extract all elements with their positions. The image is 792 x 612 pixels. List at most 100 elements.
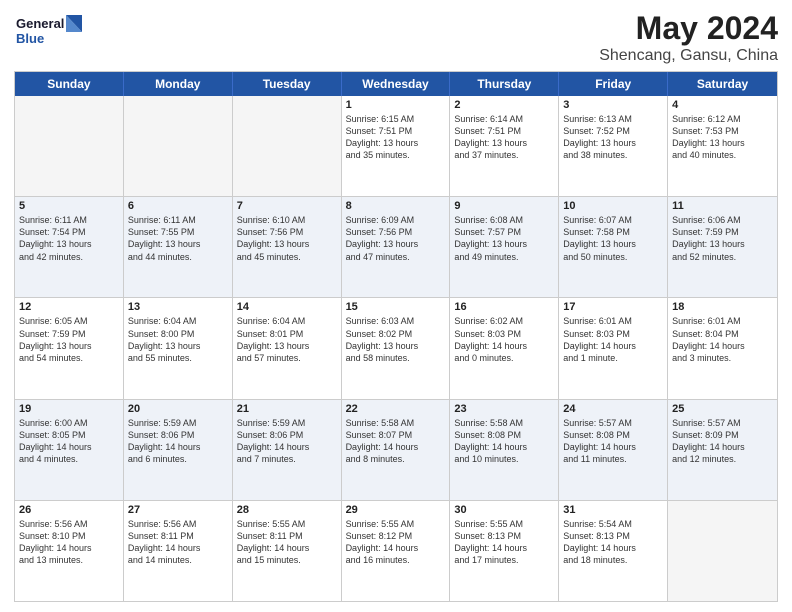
day-cell-12: 12 Sunrise: 6:05 AM Sunset: 7:59 PM Dayli… xyxy=(15,298,124,398)
day-info: Sunrise: 6:05 AM Sunset: 7:59 PM Dayligh… xyxy=(19,315,119,364)
day-cell-23: 23Sunrise: 5:58 AM Sunset: 8:08 PM Dayli… xyxy=(450,400,559,500)
day-cell-1: 1 Sunrise: 6:15 AM Sunset: 7:51 PM Daylig… xyxy=(342,96,451,196)
day-info: Sunrise: 6:08 AM Sunset: 7:57 PM Dayligh… xyxy=(454,214,554,263)
day-info: Sunrise: 5:55 AM Sunset: 8:11 PM Dayligh… xyxy=(237,518,337,567)
day-number: 18 xyxy=(672,301,773,313)
day-number: 17 xyxy=(563,301,663,313)
svg-text:General: General xyxy=(16,16,64,31)
empty-cell xyxy=(668,501,777,601)
day-cell-7: 7 Sunrise: 6:10 AM Sunset: 7:56 PM Daylig… xyxy=(233,197,342,297)
day-cell-30: 30 Sunrise: 5:55 AM Sunset: 8:13 PM Dayli… xyxy=(450,501,559,601)
day-cell-16: 16 Sunrise: 6:02 AM Sunset: 8:03 PM Dayli… xyxy=(450,298,559,398)
day-cell-13: 13 Sunrise: 6:04 AM Sunset: 8:00 PM Dayli… xyxy=(124,298,233,398)
day-number: 29 xyxy=(346,504,446,516)
day-cell-2: 2Sunrise: 6:14 AM Sunset: 7:51 PM Daylig… xyxy=(450,96,559,196)
day-cell-8: 8 Sunrise: 6:09 AM Sunset: 7:56 PM Daylig… xyxy=(342,197,451,297)
calendar-body: 1 Sunrise: 6:15 AM Sunset: 7:51 PM Daylig… xyxy=(15,96,777,601)
day-info: Sunrise: 6:03 AM Sunset: 8:02 PM Dayligh… xyxy=(346,315,446,364)
day-number: 28 xyxy=(237,504,337,516)
day-info: Sunrise: 6:12 AM Sunset: 7:53 PM Dayligh… xyxy=(672,113,773,162)
day-cell-28: 28 Sunrise: 5:55 AM Sunset: 8:11 PM Dayli… xyxy=(233,501,342,601)
day-number: 19 xyxy=(19,403,119,415)
day-number: 2 xyxy=(454,99,554,111)
header-day-monday: Monday xyxy=(124,72,233,96)
title-block: May 2024 Shencang, Gansu, China xyxy=(599,10,778,65)
day-info: Sunrise: 5:55 AM Sunset: 8:12 PM Dayligh… xyxy=(346,518,446,567)
day-cell-6: 6Sunrise: 6:11 AM Sunset: 7:55 PM Daylig… xyxy=(124,197,233,297)
day-cell-27: 27 Sunrise: 5:56 AM Sunset: 8:11 PM Dayli… xyxy=(124,501,233,601)
empty-cell xyxy=(15,96,124,196)
day-number: 7 xyxy=(237,200,337,212)
day-number: 27 xyxy=(128,504,228,516)
day-info: Sunrise: 5:57 AM Sunset: 8:09 PM Dayligh… xyxy=(672,417,773,466)
header-day-wednesday: Wednesday xyxy=(342,72,451,96)
day-info: Sunrise: 6:02 AM Sunset: 8:03 PM Dayligh… xyxy=(454,315,554,364)
day-info: Sunrise: 6:01 AM Sunset: 8:04 PM Dayligh… xyxy=(672,315,773,364)
day-number: 24 xyxy=(563,403,663,415)
day-info: Sunrise: 6:11 AM Sunset: 7:54 PM Dayligh… xyxy=(19,214,119,263)
header-day-friday: Friday xyxy=(559,72,668,96)
day-cell-3: 3Sunrise: 6:13 AM Sunset: 7:52 PM Daylig… xyxy=(559,96,668,196)
day-number: 4 xyxy=(672,99,773,111)
day-number: 30 xyxy=(454,504,554,516)
calendar-header: SundayMondayTuesdayWednesdayThursdayFrid… xyxy=(15,72,777,96)
day-cell-17: 17 Sunrise: 6:01 AM Sunset: 8:03 PM Dayli… xyxy=(559,298,668,398)
day-number: 13 xyxy=(128,301,228,313)
calendar-row-1: 1 Sunrise: 6:15 AM Sunset: 7:51 PM Daylig… xyxy=(15,96,777,197)
day-cell-11: 11Sunrise: 6:06 AM Sunset: 7:59 PM Dayli… xyxy=(668,197,777,297)
day-number: 1 xyxy=(346,99,446,111)
day-cell-29: 29 Sunrise: 5:55 AM Sunset: 8:12 PM Dayli… xyxy=(342,501,451,601)
day-cell-25: 25Sunrise: 5:57 AM Sunset: 8:09 PM Dayli… xyxy=(668,400,777,500)
header-day-tuesday: Tuesday xyxy=(233,72,342,96)
day-cell-20: 20 Sunrise: 5:59 AM Sunset: 8:06 PM Dayli… xyxy=(124,400,233,500)
day-cell-18: 18 Sunrise: 6:01 AM Sunset: 8:04 PM Dayli… xyxy=(668,298,777,398)
day-number: 5 xyxy=(19,200,119,212)
day-info: Sunrise: 5:57 AM Sunset: 8:08 PM Dayligh… xyxy=(563,417,663,466)
calendar-row-3: 12 Sunrise: 6:05 AM Sunset: 7:59 PM Dayli… xyxy=(15,298,777,399)
day-cell-22: 22Sunrise: 5:58 AM Sunset: 8:07 PM Dayli… xyxy=(342,400,451,500)
day-cell-21: 21 Sunrise: 5:59 AM Sunset: 8:06 PM Dayli… xyxy=(233,400,342,500)
header-day-thursday: Thursday xyxy=(450,72,559,96)
day-info: Sunrise: 6:10 AM Sunset: 7:56 PM Dayligh… xyxy=(237,214,337,263)
day-info: Sunrise: 5:59 AM Sunset: 8:06 PM Dayligh… xyxy=(237,417,337,466)
day-cell-24: 24 Sunrise: 5:57 AM Sunset: 8:08 PM Dayli… xyxy=(559,400,668,500)
page: General Blue May 2024 Shencang, Gansu, C… xyxy=(0,0,792,612)
day-number: 20 xyxy=(128,403,228,415)
day-cell-31: 31 Sunrise: 5:54 AM Sunset: 8:13 PM Dayli… xyxy=(559,501,668,601)
day-info: Sunrise: 5:55 AM Sunset: 8:13 PM Dayligh… xyxy=(454,518,554,567)
day-number: 21 xyxy=(237,403,337,415)
calendar-row-4: 19 Sunrise: 6:00 AM Sunset: 8:05 PM Dayli… xyxy=(15,400,777,501)
day-number: 6 xyxy=(128,200,228,212)
logo-icon: General Blue xyxy=(14,10,84,50)
calendar: SundayMondayTuesdayWednesdayThursdayFrid… xyxy=(14,71,778,602)
day-info: Sunrise: 5:59 AM Sunset: 8:06 PM Dayligh… xyxy=(128,417,228,466)
day-info: Sunrise: 6:04 AM Sunset: 8:00 PM Dayligh… xyxy=(128,315,228,364)
day-info: Sunrise: 5:58 AM Sunset: 8:08 PM Dayligh… xyxy=(454,417,554,466)
day-info: Sunrise: 6:01 AM Sunset: 8:03 PM Dayligh… xyxy=(563,315,663,364)
main-title: May 2024 xyxy=(599,10,778,47)
day-number: 12 xyxy=(19,301,119,313)
day-info: Sunrise: 6:15 AM Sunset: 7:51 PM Dayligh… xyxy=(346,113,446,162)
day-cell-14: 14 Sunrise: 6:04 AM Sunset: 8:01 PM Dayli… xyxy=(233,298,342,398)
day-info: Sunrise: 6:00 AM Sunset: 8:05 PM Dayligh… xyxy=(19,417,119,466)
header-day-saturday: Saturday xyxy=(668,72,777,96)
day-cell-4: 4 Sunrise: 6:12 AM Sunset: 7:53 PM Daylig… xyxy=(668,96,777,196)
day-number: 31 xyxy=(563,504,663,516)
day-number: 26 xyxy=(19,504,119,516)
day-info: Sunrise: 5:54 AM Sunset: 8:13 PM Dayligh… xyxy=(563,518,663,567)
subtitle: Shencang, Gansu, China xyxy=(599,47,778,65)
day-info: Sunrise: 6:09 AM Sunset: 7:56 PM Dayligh… xyxy=(346,214,446,263)
empty-cell xyxy=(233,96,342,196)
calendar-row-2: 5 Sunrise: 6:11 AM Sunset: 7:54 PM Daylig… xyxy=(15,197,777,298)
day-number: 10 xyxy=(563,200,663,212)
day-info: Sunrise: 5:56 AM Sunset: 8:11 PM Dayligh… xyxy=(128,518,228,567)
day-info: Sunrise: 6:13 AM Sunset: 7:52 PM Dayligh… xyxy=(563,113,663,162)
day-number: 16 xyxy=(454,301,554,313)
day-number: 8 xyxy=(346,200,446,212)
day-cell-26: 26Sunrise: 5:56 AM Sunset: 8:10 PM Dayli… xyxy=(15,501,124,601)
day-number: 22 xyxy=(346,403,446,415)
day-number: 14 xyxy=(237,301,337,313)
header: General Blue May 2024 Shencang, Gansu, C… xyxy=(14,10,778,65)
calendar-row-5: 26Sunrise: 5:56 AM Sunset: 8:10 PM Dayli… xyxy=(15,501,777,601)
day-info: Sunrise: 6:04 AM Sunset: 8:01 PM Dayligh… xyxy=(237,315,337,364)
